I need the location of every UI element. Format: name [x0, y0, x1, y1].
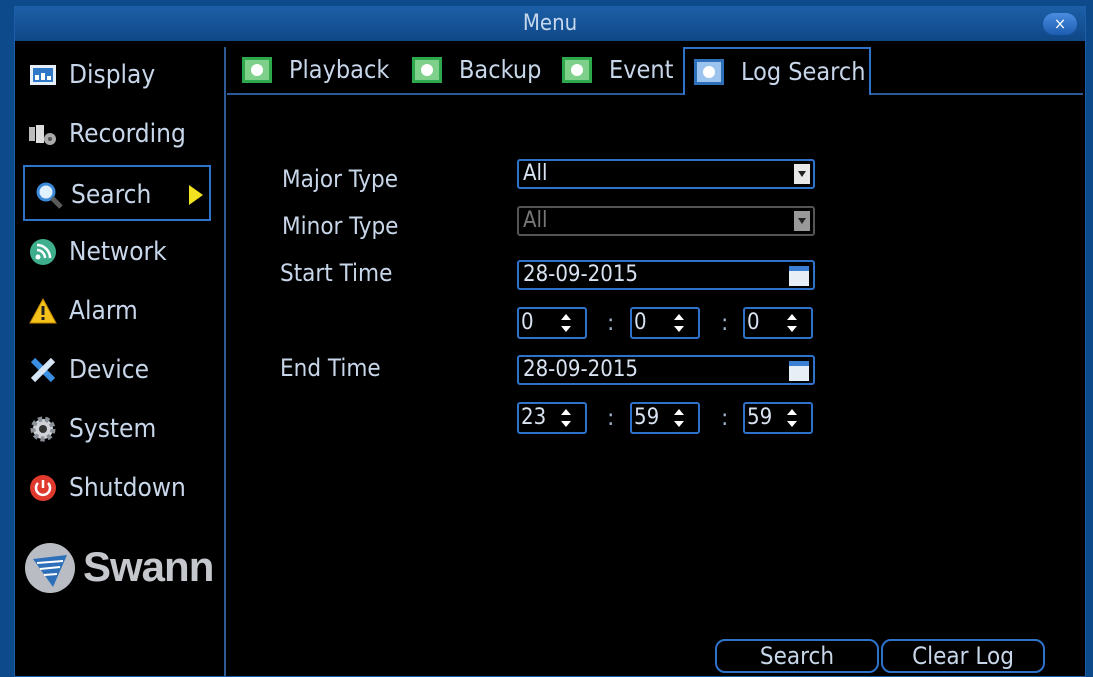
major-type-select[interactable]: All [517, 159, 815, 189]
title-bar: Menu × [15, 7, 1085, 41]
spinner-down-icon[interactable] [674, 326, 684, 332]
spinner-up-icon[interactable] [674, 314, 684, 320]
spinner-up-icon[interactable] [561, 314, 571, 320]
sidebar-item-alarm[interactable]: Alarm [19, 283, 212, 339]
spinner-up-icon[interactable] [787, 314, 797, 320]
sidebar-item-recording[interactable]: Recording [19, 106, 212, 162]
sidebar-item-label: Display [69, 60, 156, 90]
end-date-value: 28-09-2015 [523, 357, 639, 382]
tab-backup[interactable]: Backup [403, 47, 543, 93]
system-icon [30, 416, 56, 442]
close-button[interactable]: × [1043, 13, 1077, 35]
sidebar-item-label: Recording [69, 119, 186, 149]
power-icon [30, 475, 56, 501]
start-second-spinner[interactable]: 0 [743, 307, 813, 339]
end-second-value: 59 [747, 405, 773, 430]
end-hour-value: 23 [521, 405, 547, 430]
device-icon [30, 357, 56, 383]
tab-event[interactable]: Event [553, 47, 683, 93]
alarm-icon [29, 297, 57, 324]
tab-log-search[interactable]: Log Search [683, 47, 871, 95]
tab-label: Log Search [741, 57, 866, 86]
tab-label: Playback [289, 55, 390, 84]
dropdown-arrow-icon[interactable] [794, 164, 810, 184]
time-separator: : [721, 406, 729, 431]
display-icon [30, 65, 56, 85]
clear-log-button[interactable]: Clear Log [881, 639, 1045, 673]
sidebar-item-label: Device [69, 355, 150, 385]
sidebar-item-network[interactable]: Network [19, 224, 212, 280]
spinner-down-icon[interactable] [674, 421, 684, 427]
major-type-label: Major Type [282, 165, 399, 193]
window-title: Menu [522, 11, 578, 36]
time-separator: : [607, 311, 615, 336]
event-tab-icon [562, 57, 592, 83]
calendar-icon[interactable] [789, 361, 809, 381]
dropdown-arrow-icon [794, 211, 810, 231]
spinner-down-icon[interactable] [561, 326, 571, 332]
end-minute-value: 59 [634, 405, 660, 430]
spinner-up-icon[interactable] [787, 409, 797, 415]
minor-type-value: All [523, 208, 548, 233]
spinner-down-icon[interactable] [787, 421, 797, 427]
backup-tab-icon [412, 57, 442, 83]
sidebar-item-label: Shutdown [69, 473, 186, 503]
tab-bar: Playback Backup Event Log Search [227, 43, 1083, 95]
tab-label: Event [609, 55, 674, 84]
end-hour-spinner[interactable]: 23 [517, 402, 587, 434]
start-second-value: 0 [747, 310, 760, 335]
minor-type-label: Minor Type [282, 212, 399, 240]
time-separator: : [607, 406, 615, 431]
sidebar-item-device[interactable]: Device [19, 342, 212, 398]
spinner-up-icon[interactable] [561, 409, 571, 415]
sidebar-item-label: System [69, 414, 157, 444]
calendar-icon[interactable] [789, 266, 809, 286]
selected-arrow-icon [189, 185, 203, 205]
start-time-label: Start Time [280, 259, 393, 287]
start-date-value: 28-09-2015 [523, 262, 639, 287]
logo-text: Swann [83, 543, 214, 590]
log-search-tab-icon [694, 59, 724, 85]
search-button[interactable]: Search [715, 639, 879, 673]
swann-logo-icon [25, 543, 75, 593]
sidebar-item-display[interactable]: Display [19, 47, 212, 103]
end-second-spinner[interactable]: 59 [743, 402, 813, 434]
recording-icon [29, 125, 56, 145]
sidebar-item-label: Search [71, 180, 152, 210]
sidebar-item-label: Alarm [69, 296, 138, 326]
search-icon [36, 182, 63, 209]
major-type-value: All [523, 161, 548, 186]
minor-type-select: All [517, 206, 815, 236]
start-hour-spinner[interactable]: 0 [517, 307, 587, 339]
sidebar: Display Recording Search Network Alarm D… [19, 47, 226, 676]
spinner-up-icon[interactable] [674, 409, 684, 415]
end-date-field[interactable]: 28-09-2015 [517, 355, 815, 385]
time-separator: : [721, 311, 729, 336]
network-icon [30, 239, 56, 265]
sidebar-item-label: Network [69, 237, 167, 267]
spinner-down-icon[interactable] [561, 421, 571, 427]
menu-window: Menu × Display Recording Search Network … [14, 6, 1086, 677]
start-minute-spinner[interactable]: 0 [630, 307, 700, 339]
end-time-label: End Time [280, 354, 381, 382]
start-minute-value: 0 [634, 310, 647, 335]
sidebar-item-system[interactable]: System [19, 401, 212, 457]
start-date-field[interactable]: 28-09-2015 [517, 260, 815, 290]
start-hour-value: 0 [521, 310, 534, 335]
sidebar-item-search[interactable]: Search [23, 165, 211, 221]
end-minute-spinner[interactable]: 59 [630, 402, 700, 434]
playback-tab-icon [242, 57, 272, 83]
sidebar-item-shutdown[interactable]: Shutdown [19, 460, 212, 516]
tab-playback[interactable]: Playback [233, 47, 393, 93]
swann-logo: Swann [23, 539, 223, 599]
spinner-down-icon[interactable] [787, 326, 797, 332]
tab-label: Backup [459, 55, 542, 84]
